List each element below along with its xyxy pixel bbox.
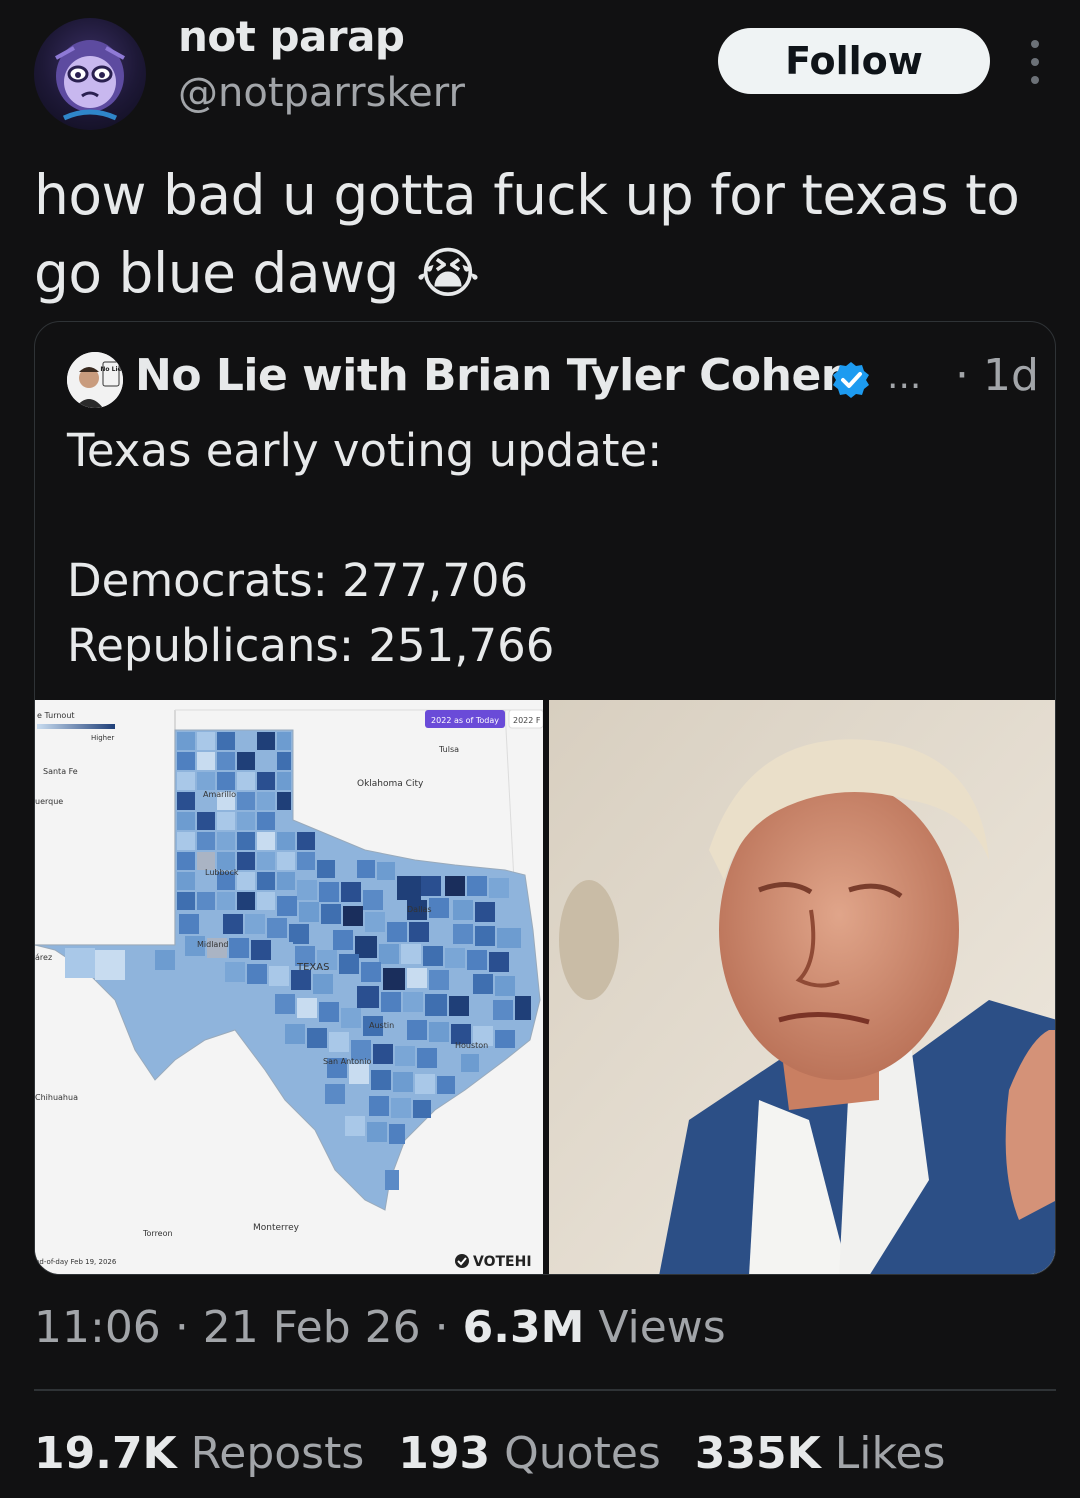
portrait-photo-graphic xyxy=(549,700,1055,1274)
city-oklahoma-city: Oklahoma City xyxy=(357,779,424,789)
engagement-stats: 19.7K Reposts 193 Quotes 335K Likes xyxy=(34,1428,945,1479)
quoted-tweet-text: Texas early voting update: Democrats: 27… xyxy=(67,424,663,672)
city-houston: Houston xyxy=(455,1041,488,1050)
quoted-time[interactable]: · 1d xyxy=(955,350,1039,401)
quoted-author-name[interactable]: No Lie with Brian Tyler Cohen xyxy=(135,350,852,401)
verified-badge-icon xyxy=(833,362,869,398)
city-chihuahua: Chihuahua xyxy=(35,1093,78,1102)
city-albuquerque: uerque xyxy=(35,797,63,806)
texas-turnout-map-image[interactable]: e Turnout Higher 2022 as of Today 2022 F… xyxy=(35,700,543,1274)
quoted-author-avatar[interactable]: No Lie xyxy=(67,352,123,408)
city-san-antonio: San Antonio xyxy=(323,1057,371,1066)
tweet-date[interactable]: 21 Feb 26 xyxy=(203,1302,421,1353)
quotes-count: 193 xyxy=(398,1428,491,1479)
votehub-logo-icon xyxy=(455,1254,469,1268)
views-label: Views xyxy=(598,1302,726,1353)
legend-title: e Turnout xyxy=(37,711,75,720)
city-torreon: Torreon xyxy=(142,1229,173,1238)
city-midland: Midland xyxy=(197,940,228,949)
quoted-handle-truncated: ... xyxy=(887,356,922,397)
divider xyxy=(34,1389,1056,1391)
city-monterrey: Monterrey xyxy=(253,1223,300,1233)
views-count: 6.3M xyxy=(462,1302,585,1353)
quoted-tweet-card[interactable]: No Lie No Lie with Brian Tyler Cohen ...… xyxy=(34,321,1056,1275)
map-watermark: VOTEHI xyxy=(473,1254,532,1270)
portrait-photo-image[interactable] xyxy=(549,700,1055,1274)
svg-text:2022 as of Today: 2022 as of Today xyxy=(431,716,499,725)
more-options-icon[interactable] xyxy=(1020,40,1050,84)
city-dallas: Dallas xyxy=(407,905,432,914)
reposts-stat[interactable]: 19.7K Reposts xyxy=(34,1428,364,1479)
reposts-count: 19.7K xyxy=(34,1428,177,1479)
quoted-avatar-illustration: No Lie xyxy=(67,352,123,408)
tweet-text: how bad u gotta fuck up for texas to go … xyxy=(34,156,1034,312)
city-tulsa: Tulsa xyxy=(438,745,459,754)
legend-gradient xyxy=(37,724,115,729)
follow-button[interactable]: Follow xyxy=(718,28,990,94)
map-footer-note: nd-of-day Feb 19, 2026 xyxy=(35,1258,117,1266)
quotes-stat[interactable]: 193 Quotes xyxy=(398,1428,661,1479)
likes-count: 335K xyxy=(694,1428,821,1479)
city-austin: Austin xyxy=(369,1021,394,1030)
tweet-time[interactable]: 11:06 xyxy=(34,1302,161,1353)
avatar-illustration xyxy=(55,40,125,121)
city-lubbock: Lubbock xyxy=(205,868,239,877)
tweet-meta: 11:06 · 21 Feb 26 · 6.3M Views xyxy=(34,1302,726,1353)
quoted-avatar-text: No Lie xyxy=(100,366,121,373)
loudly-crying-emoji-icon: 😭 xyxy=(415,241,480,305)
svg-text:2022 F: 2022 F xyxy=(513,716,541,725)
likes-label: Likes xyxy=(834,1428,946,1479)
reposts-label: Reposts xyxy=(190,1428,365,1479)
author-handle[interactable]: @notparrskerr xyxy=(178,70,465,116)
texas-map-graphic: e Turnout Higher 2022 as of Today 2022 F… xyxy=(35,700,543,1274)
tweet-body: how bad u gotta fuck up for texas to go … xyxy=(34,163,1020,305)
city-juarez: árez xyxy=(35,953,52,962)
city-santa-fe: Santa Fe xyxy=(43,767,78,776)
legend-higher: Higher xyxy=(91,734,114,742)
likes-stat[interactable]: 335K Likes xyxy=(695,1428,946,1479)
author-display-name[interactable]: not parap xyxy=(178,12,405,61)
quotes-label: Quotes xyxy=(504,1428,661,1479)
city-amarillo: Amarillo xyxy=(203,790,236,799)
author-avatar[interactable] xyxy=(34,18,146,130)
state-label: TEXAS xyxy=(296,962,329,973)
